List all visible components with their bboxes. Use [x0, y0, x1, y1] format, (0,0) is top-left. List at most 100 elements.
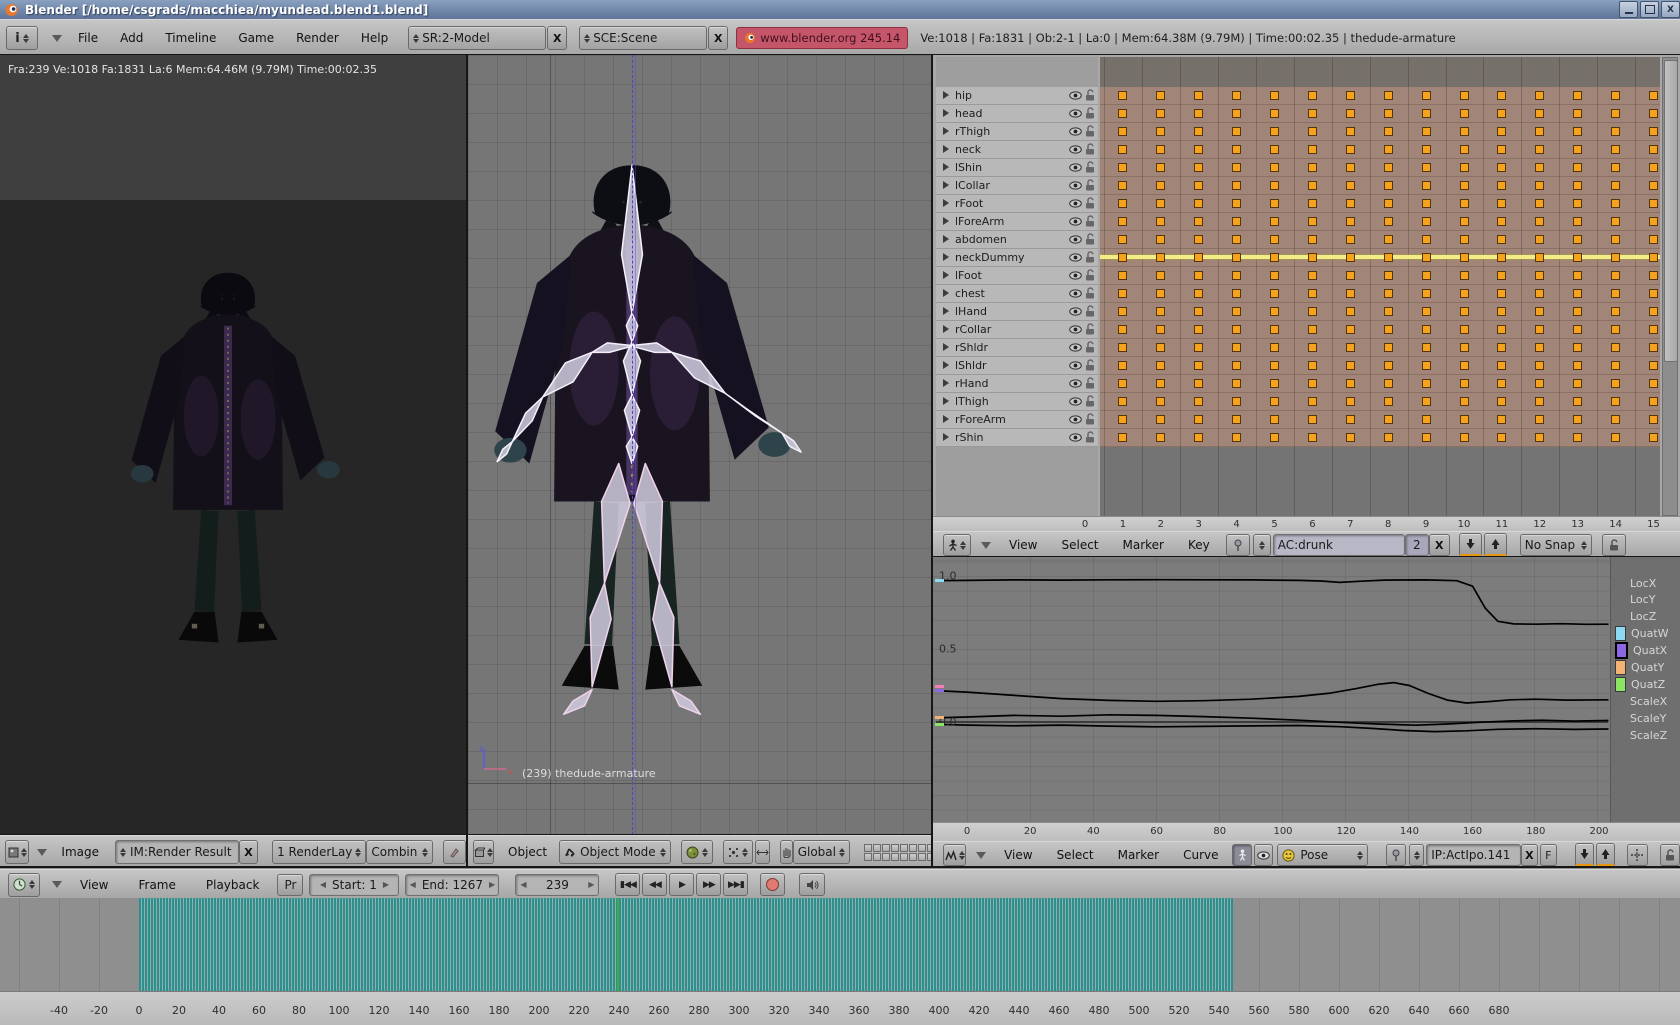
keyframe[interactable]: [1460, 253, 1469, 262]
keyframe[interactable]: [1573, 235, 1582, 244]
pin-button[interactable]: [1226, 534, 1250, 556]
eye-icon[interactable]: [1069, 253, 1082, 262]
keyframe[interactable]: [1573, 343, 1582, 352]
paint-brush-button[interactable]: [443, 840, 466, 864]
expand-triangle-icon[interactable]: [943, 379, 949, 387]
keyframe[interactable]: [1118, 343, 1127, 352]
ipo-type-select[interactable]: Pose: [1277, 844, 1368, 866]
action-channel-row[interactable]: lFoot: [936, 267, 1098, 285]
keyframe[interactable]: [1422, 181, 1431, 190]
keyframe[interactable]: [1422, 433, 1431, 442]
eye-icon[interactable]: [1069, 289, 1082, 298]
keyframe[interactable]: [1156, 361, 1165, 370]
keyframe[interactable]: [1649, 91, 1658, 100]
keyframe[interactable]: [1308, 145, 1317, 154]
keyframe[interactable]: [1346, 127, 1355, 136]
keyframe[interactable]: [1156, 217, 1165, 226]
keyframe[interactable]: [1649, 271, 1658, 280]
ipo-channel-quaty[interactable]: QuatY: [1611, 660, 1680, 676]
keyframe[interactable]: [1422, 307, 1431, 316]
keyframe[interactable]: [1270, 271, 1279, 280]
keyframe[interactable]: [1497, 91, 1506, 100]
keyframe[interactable]: [1194, 433, 1203, 442]
keyframe[interactable]: [1535, 325, 1544, 334]
keyframe[interactable]: [1270, 253, 1279, 262]
keyframe[interactable]: [1573, 91, 1582, 100]
eye-icon[interactable]: [1069, 181, 1082, 190]
keyframe[interactable]: [1535, 217, 1544, 226]
keyframe[interactable]: [1156, 433, 1165, 442]
keyframe[interactable]: [1346, 271, 1355, 280]
keyframe[interactable]: [1270, 217, 1279, 226]
editor-type-button[interactable]: [943, 534, 971, 556]
keyframe[interactable]: [1384, 307, 1393, 316]
browse-ipo-button[interactable]: [1409, 844, 1424, 866]
hand-button[interactable]: [780, 840, 793, 864]
keyframe[interactable]: [1270, 289, 1279, 298]
keyframe[interactable]: [1118, 379, 1127, 388]
keyframe[interactable]: [1232, 199, 1241, 208]
expand-triangle-icon[interactable]: [943, 271, 949, 279]
eye-icon[interactable]: [1069, 235, 1082, 244]
keyframe[interactable]: [1535, 433, 1544, 442]
keyframe[interactable]: [1611, 361, 1620, 370]
keyframe[interactable]: [1573, 397, 1582, 406]
keyframe[interactable]: [1384, 235, 1393, 244]
lock-open-icon[interactable]: [1085, 413, 1095, 425]
viewport-3d[interactable]: z x (239) thedude-armature: [468, 55, 931, 835]
keyframe[interactable]: [1611, 397, 1620, 406]
keyframe[interactable]: [1118, 271, 1127, 280]
menu-marker[interactable]: Marker: [1119, 538, 1168, 552]
area-divider[interactable]: [466, 55, 468, 867]
keyframe[interactable]: [1308, 415, 1317, 424]
keyframe[interactable]: [1232, 397, 1241, 406]
keyframe[interactable]: [1308, 289, 1317, 298]
keyframe[interactable]: [1573, 127, 1582, 136]
keyframe[interactable]: [1118, 109, 1127, 118]
keyframe[interactable]: [1194, 235, 1203, 244]
ipo-curve-QuatZ[interactable]: [935, 724, 1608, 731]
eye-icon[interactable]: [1069, 109, 1082, 118]
keyframe[interactable]: [1535, 163, 1544, 172]
keyframe[interactable]: [1156, 163, 1165, 172]
keyframe[interactable]: [1194, 145, 1203, 154]
copy-down-button[interactable]: [1575, 843, 1594, 867]
keyframe[interactable]: [1573, 199, 1582, 208]
action-channel-row[interactable]: rShin: [936, 429, 1098, 447]
layer-button[interactable]: [909, 853, 917, 861]
keyframe[interactable]: [1460, 127, 1469, 136]
keyframe[interactable]: [1270, 145, 1279, 154]
current-frame-field[interactable]: ◀239▶: [515, 874, 599, 896]
layer-button[interactable]: [864, 853, 872, 861]
keyframe[interactable]: [1573, 163, 1582, 172]
keyframe[interactable]: [1346, 415, 1355, 424]
collapse-triangle-icon[interactable]: [37, 849, 47, 856]
channel-color-swatch[interactable]: [1615, 660, 1626, 675]
keyframe[interactable]: [1156, 307, 1165, 316]
expand-triangle-icon[interactable]: [943, 127, 949, 135]
keyframe[interactable]: [1460, 433, 1469, 442]
keyframe[interactable]: [1573, 325, 1582, 334]
keyframe[interactable]: [1611, 433, 1620, 442]
keyframe[interactable]: [1270, 361, 1279, 370]
keyframe[interactable]: [1573, 109, 1582, 118]
keyframe[interactable]: [1270, 235, 1279, 244]
lock-open-icon[interactable]: [1085, 161, 1095, 173]
channel-color-swatch[interactable]: [1615, 677, 1626, 692]
keyframe[interactable]: [1194, 361, 1203, 370]
viewport-character[interactable]: [468, 150, 822, 720]
eye-icon[interactable]: [1069, 217, 1082, 226]
action-channel-row[interactable]: rHand: [936, 375, 1098, 393]
keyframe[interactable]: [1384, 343, 1393, 352]
lock-open-icon[interactable]: [1085, 305, 1095, 317]
keyframe[interactable]: [1118, 253, 1127, 262]
draw-type-select[interactable]: [681, 840, 713, 864]
keyframe[interactable]: [1156, 325, 1165, 334]
keyframe[interactable]: [1573, 433, 1582, 442]
keyframe[interactable]: [1232, 163, 1241, 172]
keyframe[interactable]: [1611, 289, 1620, 298]
ipo-curve-area[interactable]: 1.00.50.0: [933, 557, 1610, 822]
keyframe[interactable]: [1422, 145, 1431, 154]
close-button[interactable]: X: [1661, 1, 1680, 18]
keyframe[interactable]: [1194, 343, 1203, 352]
